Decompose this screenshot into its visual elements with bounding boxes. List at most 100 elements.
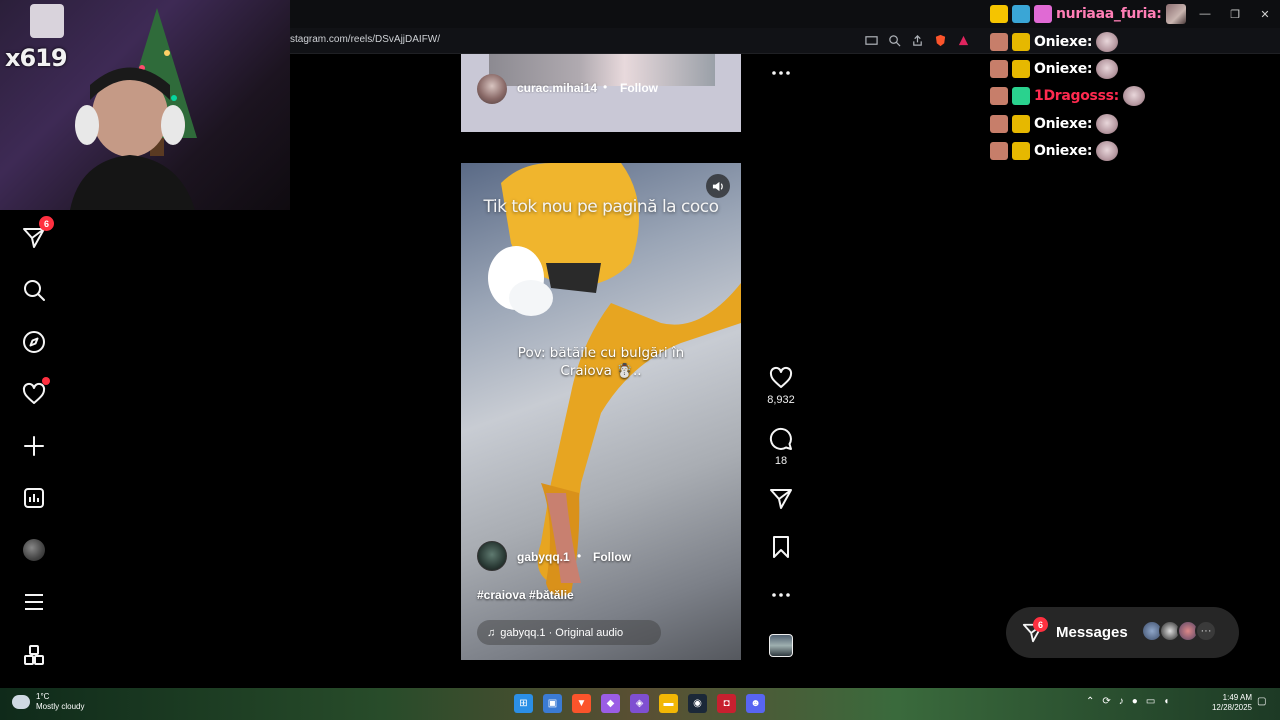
taskbar-apps: ⊞ ▣ ▼ ◆ ◈ ▬ ◉ ◘ ☻ — [514, 694, 765, 713]
previous-reel-avatar[interactable] — [477, 74, 507, 104]
audio-thumbnail[interactable] — [769, 634, 793, 657]
shield-app-icon[interactable]: ◘ — [717, 694, 736, 713]
screen-icon[interactable] — [864, 33, 879, 48]
start-icon[interactable]: ⊞ — [514, 694, 533, 713]
sub-badge-icon — [1012, 142, 1030, 160]
user-badge-icon — [990, 142, 1008, 160]
previous-reel[interactable]: curac.mihai14 • Follow — [461, 54, 741, 132]
volume-icon[interactable]: ♪ — [1119, 696, 1124, 707]
search-icon — [24, 280, 45, 301]
more-horizontal-icon — [772, 71, 790, 75]
nav-search[interactable] — [20, 276, 48, 304]
weather-widget[interactable]: 1°C Mostly cloudy — [12, 692, 84, 712]
save-action[interactable] — [762, 535, 800, 559]
chevron-up-icon[interactable]: ⌃ — [1086, 696, 1094, 707]
sub-badge-icon — [1012, 60, 1030, 78]
steam-icon[interactable]: ◉ — [688, 694, 707, 713]
discord-icon[interactable]: ☻ — [746, 694, 765, 713]
nav-dashboard[interactable] — [20, 484, 48, 512]
sidebar-nav: 6 — [0, 210, 68, 688]
bookmark-icon — [773, 536, 789, 558]
chat-emote — [1165, 4, 1186, 24]
brave-shield-icon[interactable] — [933, 33, 948, 48]
user-badge-icon — [990, 60, 1008, 78]
heart-icon — [22, 382, 46, 404]
comment-action[interactable]: 18 — [762, 427, 800, 467]
plus-icon — [24, 436, 44, 456]
file-explorer-icon[interactable]: ▬ — [659, 694, 678, 713]
speaker-icon[interactable]: ◖ — [1163, 696, 1169, 707]
chat-message: Oniexe: — [990, 140, 1119, 162]
copilot-icon[interactable]: ◆ — [601, 694, 620, 713]
more-horizontal-icon — [772, 593, 790, 597]
previous-reel-follow-button[interactable]: Follow — [620, 81, 658, 95]
send-icon — [770, 489, 792, 509]
brave-icon[interactable]: ▼ — [572, 694, 591, 713]
heart-icon — [769, 366, 793, 388]
menu-icon — [25, 594, 43, 610]
chart-icon — [24, 488, 44, 508]
messages-badge: 6 — [39, 216, 54, 231]
sound-toggle[interactable] — [706, 174, 730, 198]
user-badge-icon — [990, 33, 1008, 51]
minimize-icon[interactable]: — — [1190, 0, 1220, 28]
audio-attribution[interactable]: ♫ gabyqq.1 · Original audio — [477, 620, 661, 645]
nav-more[interactable] — [20, 588, 48, 616]
chat-message: Oniexe: — [990, 113, 1119, 135]
nav-create[interactable] — [20, 432, 48, 460]
reel-caption-middle: Pov: bătăile cu bulgări în Craiova ☃️.. — [517, 345, 685, 379]
counter-label: x619 — [5, 44, 68, 72]
prev-more-options[interactable] — [762, 61, 800, 85]
clock[interactable]: 1:49 AM 12/28/2025 — [1206, 693, 1252, 713]
sub-badge-icon — [1012, 5, 1030, 23]
chat-username: Oniexe: — [1034, 143, 1093, 159]
music-note-icon: ♫ — [487, 626, 496, 639]
restore-icon[interactable]: ❐ — [1220, 0, 1250, 28]
reel-author-avatar[interactable] — [477, 541, 507, 571]
date: 12/28/2025 — [1211, 703, 1252, 712]
previous-reel-username[interactable]: curac.mihai14 — [517, 81, 597, 95]
close-icon[interactable]: ✕ — [1250, 0, 1280, 28]
share-icon[interactable] — [910, 33, 925, 48]
reel-video[interactable]: Tik tok nou pe pagină la coco Pov: bătăi… — [461, 163, 741, 660]
reel-author-username[interactable]: gabyqq.1 — [517, 550, 570, 564]
speaker-icon — [712, 181, 723, 191]
app-icon[interactable]: ◈ — [630, 694, 649, 713]
profile-avatar — [23, 539, 45, 561]
task-view-icon[interactable]: ▣ — [543, 694, 562, 713]
chat-username: Oniexe: — [1034, 116, 1093, 132]
chat-emote — [1096, 141, 1119, 161]
chat-message: 1Dragosss: — [990, 85, 1145, 107]
notification-icon[interactable]: ▢ — [1257, 696, 1269, 710]
reel-hashtags[interactable]: #craiova #bătălie — [477, 588, 574, 602]
crown-badge-icon — [990, 5, 1008, 23]
network-icon[interactable]: ▭ — [1146, 696, 1155, 707]
share-action[interactable] — [762, 487, 800, 511]
nav-notifications[interactable] — [20, 377, 50, 408]
windows-taskbar: 1°C Mostly cloudy ⊞ ▣ ▼ ◆ ◈ ▬ ◉ ◘ ☻ ⌃ ⟳ … — [0, 688, 1280, 720]
reel-caption-top: Tik tok nou pe pagină la coco — [483, 197, 719, 217]
address-bar[interactable]: stagram.com/reels/DSvAjjDAIFW/ — [290, 34, 440, 45]
nav-messages[interactable]: 6 — [20, 216, 54, 252]
rewards-icon[interactable] — [956, 33, 971, 48]
reel-follow-button[interactable]: Follow — [593, 550, 631, 564]
message-avatars[interactable]: ··· — [1141, 620, 1217, 642]
nav-profile[interactable] — [20, 536, 48, 564]
chat-username: 1Dragosss: — [1034, 88, 1119, 104]
zoom-icon[interactable] — [887, 33, 902, 48]
chat-message: nuriaaa_furia: — [990, 3, 1186, 25]
user-badge-icon — [990, 87, 1008, 105]
sync-icon[interactable]: ⟳ — [1102, 696, 1110, 707]
nav-apps[interactable] — [20, 641, 48, 669]
comment-icon — [769, 427, 792, 450]
separator-dot: • — [603, 80, 608, 94]
webcam-overlay: x619 — [0, 0, 290, 210]
more-options[interactable] — [762, 583, 800, 607]
more-avatars-icon: ··· — [1195, 620, 1217, 642]
temperature: 1°C — [36, 692, 50, 701]
mic-icon[interactable]: ● — [1132, 696, 1138, 707]
nav-explore[interactable] — [20, 328, 48, 356]
system-tray: ⌃ ⟳ ♪ ● ▭ ◖ — [1086, 696, 1169, 707]
like-action[interactable]: 8,932 — [762, 366, 800, 406]
user-badge-icon — [990, 115, 1008, 133]
